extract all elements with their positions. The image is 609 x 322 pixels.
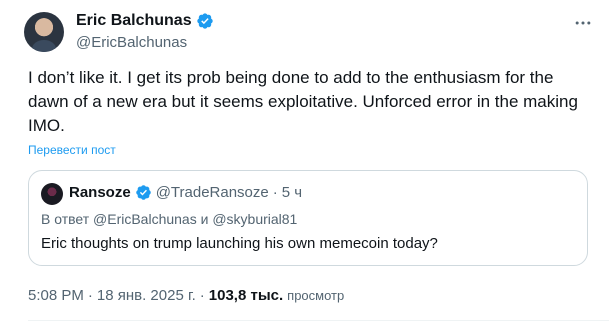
views-count[interactable]: 103,8 тыс.	[209, 287, 283, 304]
reply-to-line: В ответ @EricBalchunas и @skyburial81	[41, 211, 298, 227]
separator-dot: ·	[199, 287, 205, 304]
author-handle[interactable]: @EricBalchunas	[76, 34, 187, 51]
separator-dot: ·	[272, 184, 278, 201]
tweet-text: I don’t like it. I get its prob being do…	[28, 68, 578, 135]
author-avatar[interactable]	[24, 12, 64, 52]
quoted-author-avatar[interactable]	[41, 183, 63, 205]
tweet-date[interactable]: 18 янв. 2025 г.	[97, 287, 196, 304]
more-options-button[interactable]	[571, 14, 595, 32]
quoted-tweet-time[interactable]: 5 ч	[282, 184, 302, 201]
quoted-author-name[interactable]: Ransoze	[69, 184, 131, 201]
quoted-tweet-text: Eric thoughts on trump launching his own…	[41, 235, 438, 252]
divider	[28, 320, 609, 321]
verified-badge-icon[interactable]	[196, 12, 214, 30]
verified-badge-icon[interactable]	[135, 184, 152, 201]
author-name-row: Eric Balchunas	[76, 12, 214, 30]
quoted-tweet-header: Ransoze @TradeRansoze · 5 ч	[69, 184, 302, 201]
quoted-tweet-card[interactable]: Ransoze @TradeRansoze · 5 ч В ответ @Eri…	[28, 170, 588, 266]
views-label: просмотр	[287, 288, 345, 303]
separator-dot: ·	[87, 287, 93, 304]
quoted-author-handle[interactable]: @TradeRansoze	[156, 184, 269, 201]
tweet-meta: 5:08 PM · 18 янв. 2025 г. · 103,8 тыс. п…	[28, 287, 344, 304]
tweet-time[interactable]: 5:08 PM	[28, 287, 84, 304]
translate-post-link[interactable]: Перевести пост	[28, 143, 116, 157]
author-name[interactable]: Eric Balchunas	[76, 12, 192, 30]
more-horizontal-icon	[575, 21, 591, 25]
